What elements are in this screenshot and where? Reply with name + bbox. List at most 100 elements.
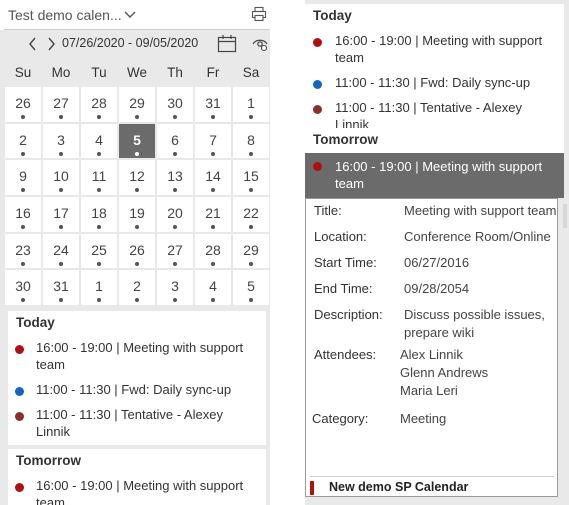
event-color-dot	[15, 483, 24, 492]
eye-settings-icon[interactable]	[252, 36, 268, 52]
scrollbar-thumb[interactable]	[563, 204, 567, 228]
day-number: 30	[167, 95, 183, 111]
chevron-left-icon[interactable]	[28, 37, 38, 51]
day-cell[interactable]: 17	[42, 196, 80, 233]
day-number: 26	[129, 241, 145, 258]
day-number: 25	[91, 241, 107, 258]
event-indicator-dot	[59, 225, 63, 230]
weekday-label: Tu	[91, 65, 107, 80]
day-number: 13	[167, 168, 183, 185]
event-item[interactable]: 16:00 - 19:00 | Meeting with support tea…	[8, 336, 266, 378]
detail-value: Meeting with support team	[404, 203, 557, 218]
day-cell[interactable]: 28	[194, 233, 232, 270]
today-section: Today 16:00 - 19:00 | Meeting with suppo…	[305, 4, 564, 138]
day-number: 9	[19, 168, 27, 185]
day-cell[interactable]: 5	[118, 123, 156, 160]
day-cell[interactable]: 30	[156, 86, 194, 123]
event-item[interactable]: 11:00 - 11:30 | Fwd: Daily sync-up	[8, 378, 266, 403]
day-cell[interactable]: 11	[80, 159, 118, 196]
day-cell[interactable]: 20	[156, 196, 194, 233]
day-number: 19	[129, 205, 145, 222]
day-cell[interactable]: 4	[80, 123, 118, 160]
weekday-label: Sa	[242, 65, 260, 80]
day-cell[interactable]: 29	[232, 233, 270, 270]
event-item[interactable]: 16:00 - 19:00 | Meeting with support tea…	[305, 29, 564, 71]
day-cell[interactable]: 26	[118, 233, 156, 270]
event-indicator-dot	[97, 151, 101, 156]
day-number: 27	[167, 241, 183, 258]
day-cell[interactable]: 15	[232, 159, 270, 196]
day-cell[interactable]: 8	[232, 123, 270, 160]
day-cell[interactable]: 30	[4, 269, 42, 306]
day-cell[interactable]: 26	[4, 86, 42, 123]
day-cell[interactable]: 9	[4, 159, 42, 196]
day-number: 20	[167, 205, 183, 222]
day-cell[interactable]: 27	[42, 86, 80, 123]
day-cell[interactable]: 10	[42, 159, 80, 196]
calendar-icon[interactable]	[217, 34, 237, 54]
day-cell[interactable]: 6	[156, 123, 194, 160]
day-cell[interactable]: 16	[4, 196, 42, 233]
event-item[interactable]: 11:00 - 11:30 | Fwd: Daily sync-up	[305, 71, 564, 96]
chevron-right-icon[interactable]	[46, 37, 56, 51]
agenda-pane: Today 16:00 - 19:00 | Meeting with suppo…	[305, 0, 569, 505]
day-cell[interactable]: 29	[118, 86, 156, 123]
week-row: 26 27 28 29 30 31 1	[4, 86, 270, 123]
day-cell[interactable]: 24	[42, 233, 80, 270]
event-indicator-dot	[173, 225, 177, 230]
weekday-label: We	[126, 65, 147, 80]
event-text: 11:00 - 11:30 | Fwd: Daily sync-up	[335, 75, 531, 90]
event-indicator-dot	[211, 188, 215, 193]
day-cell[interactable]: 14	[194, 159, 232, 196]
week-row: 16 17 18 19 20 21 22	[4, 196, 270, 233]
attendee-name: Alex Linnik	[400, 347, 463, 362]
day-cell[interactable]: 19	[118, 196, 156, 233]
print-icon[interactable]	[251, 6, 267, 22]
day-cell[interactable]: 21	[194, 196, 232, 233]
event-indicator-dot	[249, 298, 253, 303]
day-number: 10	[53, 168, 69, 185]
day-cell[interactable]: 2	[4, 123, 42, 160]
day-cell[interactable]: 5	[232, 269, 270, 306]
calendar-color-bar	[310, 481, 314, 495]
event-item[interactable]: 16:00 - 19:00 | Meeting with support tea…	[8, 474, 266, 505]
day-cell[interactable]: 4	[194, 269, 232, 306]
day-cell[interactable]: 1	[232, 86, 270, 123]
event-indicator-dot	[135, 151, 139, 156]
chevron-down-icon[interactable]	[124, 8, 136, 20]
calendar-name[interactable]: Test demo calen...	[8, 7, 122, 23]
day-cell[interactable]: 28	[80, 86, 118, 123]
day-cell[interactable]: 1	[80, 269, 118, 306]
event-indicator-dot	[211, 151, 215, 156]
event-indicator-dot	[59, 151, 63, 156]
day-cell[interactable]: 12	[118, 159, 156, 196]
event-indicator-dot	[173, 298, 177, 303]
event-item-selected[interactable]: 16:00 - 19:00 | Meeting with support tea…	[305, 153, 564, 198]
attendee-name: Glenn Andrews	[400, 365, 489, 380]
event-indicator-dot	[59, 298, 63, 303]
day-cell[interactable]: 31	[42, 269, 80, 306]
day-cell[interactable]: 3	[156, 269, 194, 306]
detail-value: 09/28/2054	[404, 281, 470, 296]
event-indicator-dot	[97, 115, 101, 119]
day-number: 5	[247, 278, 255, 295]
day-number: 28	[205, 241, 221, 258]
event-indicator-dot	[135, 188, 139, 193]
detail-label: Start Time:	[314, 255, 377, 270]
day-cell[interactable]: 2	[118, 269, 156, 306]
event-item[interactable]: 11:00 - 11:30 | Tentative - Alexey Linni…	[8, 403, 266, 445]
day-number: 7	[209, 131, 217, 148]
day-cell[interactable]: 25	[80, 233, 118, 270]
day-cell[interactable]: 22	[232, 196, 270, 233]
day-cell[interactable]: 27	[156, 233, 194, 270]
day-cell[interactable]: 13	[156, 159, 194, 196]
tomorrow-header: Tomorrow	[313, 132, 378, 147]
detail-value: 06/27/2016	[404, 255, 470, 270]
day-cell[interactable]: 18	[80, 196, 118, 233]
day-cell[interactable]: 23	[4, 233, 42, 270]
day-cell[interactable]: 7	[194, 123, 232, 160]
today-section: Today 16:00 - 19:00 | Meeting with suppo…	[8, 311, 266, 445]
day-cell[interactable]: 31	[194, 86, 232, 123]
day-cell[interactable]: 3	[42, 123, 80, 160]
event-indicator-dot	[21, 261, 25, 266]
